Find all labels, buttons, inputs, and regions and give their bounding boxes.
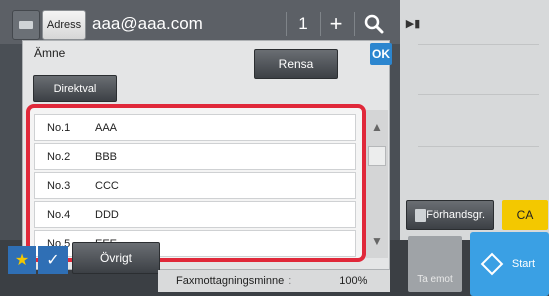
fax-memory-label: Faxmottagningsminne <box>176 275 285 287</box>
subject-label: Ämne <box>34 46 66 60</box>
search-icon <box>364 14 384 34</box>
start-diamond-icon <box>480 252 504 276</box>
other-button[interactable]: Övrigt <box>72 242 160 274</box>
ca-button[interactable]: CA <box>502 200 548 230</box>
fax-memory-value: 100% <box>339 275 368 287</box>
preview-button[interactable]: Förhandsgr. <box>406 200 494 230</box>
receive-label: Ta emot <box>417 274 453 285</box>
check-icon[interactable]: ✓ <box>38 246 68 274</box>
divider <box>286 12 287 36</box>
address-button[interactable]: Adress <box>42 10 86 40</box>
add-address-button[interactable]: + <box>322 10 350 38</box>
list-item-name: BBB <box>95 150 118 163</box>
star-icon[interactable]: ★ <box>8 246 36 274</box>
scroll-down-icon[interactable]: ▼ <box>366 230 388 252</box>
list-item-number: No.1 <box>47 121 71 134</box>
list-item-name: CCC <box>95 179 119 192</box>
list-item[interactable]: No.1 AAA <box>34 114 356 141</box>
list-item[interactable]: No.4 DDD <box>34 201 356 228</box>
list-item-number: No.4 <box>47 208 71 221</box>
scroll-up-icon[interactable]: ▲ <box>366 116 388 138</box>
fax-memory-status: Faxmottagningsminne : 100% <box>158 270 390 292</box>
address-count: 1 <box>298 14 308 33</box>
ok-button[interactable]: OK <box>370 43 392 65</box>
search-button[interactable] <box>360 10 388 38</box>
list-item[interactable]: No.3 CCC <box>34 172 356 199</box>
list-item-number: No.3 <box>47 179 71 192</box>
preview-label: Förhandsgr. <box>426 209 485 221</box>
list-item-name: DDD <box>95 208 119 221</box>
preview-icon <box>415 209 426 222</box>
address-field[interactable]: aaa@aaa.com <box>88 10 286 38</box>
start-label: Start <box>511 258 536 270</box>
direct-select-button[interactable]: Direktval <box>33 75 117 102</box>
list-item-name: AAA <box>95 121 118 134</box>
list-item[interactable]: No.2 BBB <box>34 143 356 170</box>
scroll-thumb[interactable] <box>368 146 386 166</box>
keyboard-button[interactable] <box>12 10 40 40</box>
arrow-right-icon[interactable]: ▶▮ <box>398 8 428 38</box>
divider <box>320 12 321 36</box>
start-button[interactable]: Start <box>470 232 549 296</box>
clear-button[interactable]: Rensa <box>254 49 338 79</box>
divider <box>354 12 355 36</box>
list-item-number: No.2 <box>47 150 71 163</box>
